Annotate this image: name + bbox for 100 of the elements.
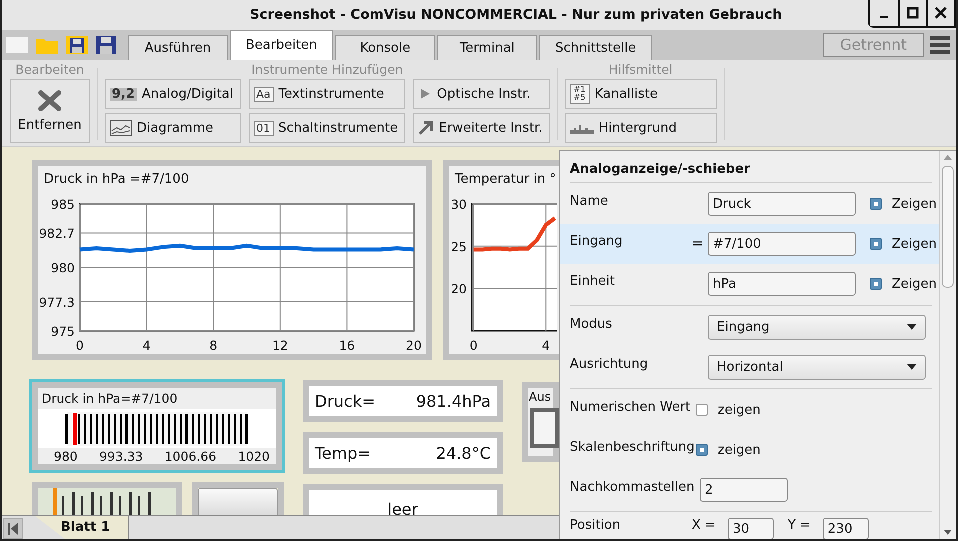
chart-title: Druck in hPa =#7/100 — [43, 171, 190, 189]
property-row[interactable]: Modus Eingang — [560, 307, 939, 347]
tab[interactable]: Bearbeiten — [230, 30, 334, 60]
number-field[interactable]: 2 — [700, 478, 788, 502]
property-row[interactable]: Numerischen Wert zeigen — [560, 390, 939, 430]
first-sheet-button[interactable] — [3, 518, 23, 539]
sheet-tab[interactable]: Blatt 1 — [35, 516, 130, 539]
y-tick-label: 30 — [451, 197, 467, 212]
property-row[interactable]: Nachkommastellen 2 — [560, 470, 939, 510]
scale-label: 993.33 — [99, 449, 144, 464]
switch-button[interactable] — [530, 408, 559, 448]
property-label: Modus — [570, 316, 614, 334]
switch-title: Aus — [528, 389, 552, 406]
display-value: 981.4hPa — [416, 392, 491, 410]
ribbon-button[interactable]: #1 #5 Kanalliste — [564, 79, 717, 109]
scale-label: 1006.66 — [164, 449, 217, 464]
checkbox-label: zeigen — [718, 442, 761, 458]
tab[interactable]: Schnittstelle — [539, 35, 652, 60]
save-icon[interactable] — [96, 36, 116, 54]
group-title: Hilfsmittel — [608, 62, 673, 78]
maximize-icon — [907, 7, 919, 19]
property-label: Ausrichtung — [570, 356, 650, 374]
tab[interactable]: Terminal — [437, 35, 538, 60]
checkbox-label: Zeigen — [892, 276, 938, 292]
chart-title: Temperatur in ° — [454, 171, 558, 189]
tab[interactable]: Ausführen — [128, 35, 228, 60]
caret-icon — [907, 324, 917, 330]
save-icon[interactable] — [66, 36, 88, 54]
scale-label: 980 — [54, 449, 78, 464]
checkbox[interactable] — [696, 444, 708, 456]
checkbox-label: Zeigen — [892, 196, 938, 212]
ribbon-button[interactable]: 9,2 Analog/Digital — [105, 79, 240, 109]
checkbox[interactable] — [696, 404, 708, 416]
property-label: Nachkommastellen — [570, 480, 692, 496]
property-row[interactable]: Name Druck Zeigen — [560, 184, 939, 224]
tab[interactable]: Konsole — [335, 35, 436, 60]
coordinate-label: Y = — [788, 518, 811, 533]
display-value: leer — [386, 500, 420, 515]
y-tick-label: 975 — [51, 324, 75, 339]
caret-icon — [907, 364, 917, 370]
x-tick-label: 12 — [272, 338, 288, 353]
y-tick-label: 985 — [51, 197, 75, 212]
text-field[interactable]: hPa — [708, 272, 856, 296]
property-label: Numerischen Wert — [570, 400, 692, 416]
down-arrow-icon — [944, 530, 952, 535]
coordinate-field[interactable]: 230 — [822, 518, 869, 539]
checkbox[interactable] — [870, 278, 882, 290]
property-label: Eingang — [570, 234, 624, 250]
coordinate-field[interactable]: 30 — [728, 518, 774, 539]
y-tick-label: 20 — [451, 282, 467, 297]
remove-button[interactable]: Entfernen — [10, 79, 90, 143]
dropdown[interactable]: Eingang — [708, 314, 926, 340]
y-tick-label: 25 — [451, 239, 467, 254]
property-row[interactable]: Einheit hPa Zeigen — [560, 264, 939, 304]
ribbon-button[interactable]: Diagramme — [105, 113, 240, 143]
y-tick-label: 980 — [51, 260, 75, 276]
line-chart-icon — [110, 120, 132, 136]
checkbox[interactable] — [870, 198, 882, 210]
connection-status: Getrennt — [823, 33, 924, 57]
property-row[interactable]: Position X = 30 Y = 230 — [560, 513, 939, 539]
text-field[interactable]: #7/100 — [708, 232, 856, 256]
ribbon-button[interactable]: Aa Textinstrumente — [248, 79, 406, 109]
cross-icon — [38, 90, 62, 112]
ribbon-button[interactable]: Optische Instr. — [413, 79, 550, 109]
property-label: Einheit — [570, 274, 616, 290]
text-field[interactable]: Druck — [708, 192, 856, 216]
ribbon-button[interactable]: Erweiterte Instr. — [413, 113, 550, 143]
skip-to-start-icon — [8, 522, 18, 534]
label-icon: Aa — [254, 86, 274, 102]
arrow-icon — [418, 120, 434, 136]
property-row[interactable]: Ausrichtung Horizontal — [560, 347, 939, 387]
menu-icon[interactable] — [930, 36, 950, 54]
ribbon-button[interactable]: 01 Schaltinstrumente — [248, 113, 406, 143]
skyline-icon — [570, 122, 594, 134]
minimize-icon — [880, 16, 888, 18]
display-label: Druck= — [315, 392, 377, 410]
scrollbar[interactable] — [939, 151, 956, 539]
close-icon — [935, 7, 947, 19]
property-row[interactable]: Skalenbeschriftung zeigen — [560, 430, 939, 470]
property-row[interactable]: Eingang = #7/100 Zeigen — [560, 224, 939, 264]
x-tick-label: 16 — [339, 338, 356, 353]
scrollbar-thumb[interactable] — [942, 166, 954, 288]
window-title: Screenshot - ComVisu NONCOMMERCIAL - Nur zum privaten Gebrauch — [250, 7, 782, 23]
scale-label: 1020 — [238, 449, 270, 464]
panel-title: Analoganzeige/-schieber — [569, 161, 752, 179]
x-tick-label: 0 — [76, 338, 84, 353]
label-icon: 01 — [254, 120, 274, 136]
dropdown[interactable]: Horizontal — [708, 354, 926, 380]
label-icon: #1 #5 — [570, 84, 590, 104]
checkbox-label: Zeigen — [892, 236, 938, 252]
label-icon: 9,2 — [110, 88, 138, 100]
x-tick-label: 4 — [142, 338, 151, 353]
x-tick-label: 20 — [406, 338, 422, 353]
bar-gauge[interactable]: Druck in hPa=#7/100 980 993.33 1006.66 1020 — [29, 379, 285, 473]
blank-button[interactable] — [198, 488, 278, 515]
ribbon-button[interactable]: Hintergrund — [564, 113, 717, 143]
y-tick-label: 982.7 — [39, 226, 75, 242]
x-tick-label: 8 — [210, 338, 218, 353]
checkbox[interactable] — [870, 238, 882, 250]
y-tick-label: 977.3 — [39, 294, 75, 310]
